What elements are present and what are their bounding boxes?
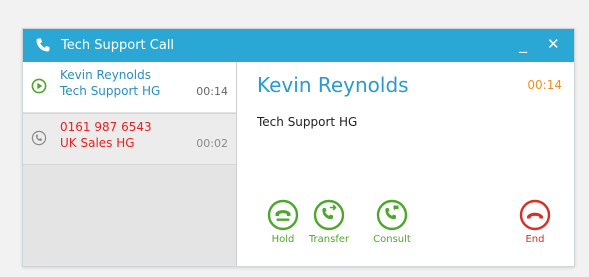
consult-label: Consult (373, 234, 411, 245)
current-caller-department: Tech Support HG (257, 115, 358, 129)
transfer-button[interactable]: Transfer (305, 199, 353, 246)
call-list-item-active[interactable]: Kevin Reynolds Tech Support HG 00:14 (23, 62, 236, 112)
phone-icon (36, 38, 50, 52)
hold-icon (267, 199, 299, 231)
title-bar[interactable]: Tech Support Call _ ✕ (23, 29, 574, 62)
play-circle-icon (31, 78, 47, 94)
consult-icon (376, 199, 408, 231)
consult-button[interactable]: Consult (368, 199, 416, 246)
end-call-button[interactable]: End (511, 199, 559, 246)
caller-department: UK Sales HG (60, 136, 135, 150)
end-call-icon (519, 199, 551, 231)
caller-number: 0161 987 6543 (60, 120, 152, 134)
hold-button[interactable]: Hold (259, 199, 307, 246)
current-caller-name: Kevin Reynolds (257, 73, 409, 97)
caller-name: Kevin Reynolds (60, 68, 151, 82)
call-list-item-held[interactable]: 0161 987 6543 UK Sales HG 00:02 (23, 113, 236, 165)
current-call-timer: 00:14 (527, 78, 562, 92)
transfer-icon (313, 199, 345, 231)
close-button[interactable]: ✕ (547, 36, 560, 53)
call-details: Kevin Reynolds 00:14 Tech Support HG Hol… (237, 62, 574, 266)
caller-department: Tech Support HG (60, 84, 161, 98)
call-duration: 00:14 (196, 85, 228, 98)
window-title: Tech Support Call (61, 38, 175, 53)
transfer-label: Transfer (308, 234, 350, 245)
hold-label: Hold (271, 234, 295, 245)
end-label: End (525, 234, 545, 245)
call-list: Kevin Reynolds Tech Support HG 00:14 016… (23, 62, 237, 266)
minimize-button[interactable]: _ (519, 35, 527, 53)
call-window: Tech Support Call _ ✕ Kevin Reynolds Tec… (22, 28, 575, 267)
call-duration: 00:02 (196, 137, 228, 150)
call-held-icon (31, 130, 47, 146)
